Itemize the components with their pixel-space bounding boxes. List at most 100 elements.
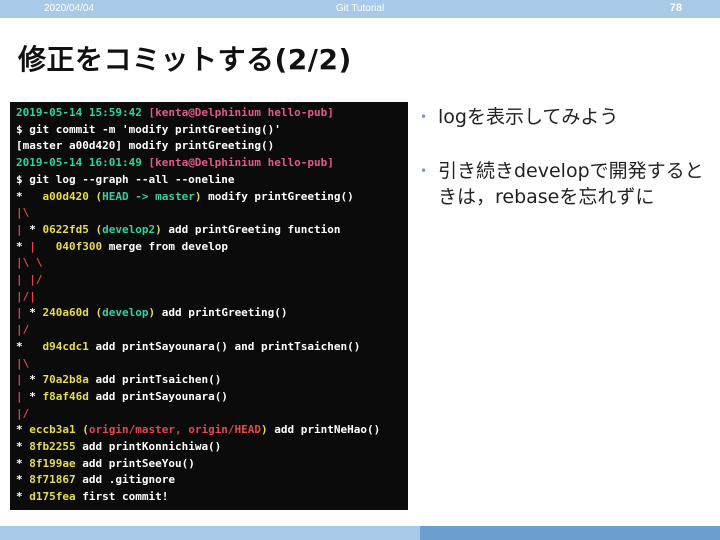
terminal-text: * — [29, 222, 43, 236]
terminal-text: * — [16, 189, 43, 203]
terminal-text: | — [16, 222, 30, 236]
terminal-line: | |/ — [16, 272, 408, 289]
terminal-screenshot: 2019-05-14 15:59:42 [kenta@Delphinium he… — [10, 102, 408, 510]
terminal-line: 2019-05-14 16:01:49 [kenta@Delphinium he… — [16, 155, 408, 172]
slide-page-number: 78 — [669, 2, 682, 14]
terminal-text: $ git commit -m 'modify printGreeting()' — [16, 122, 281, 136]
terminal-line: * 8f71867 add .gitignore — [16, 472, 408, 489]
terminal-line: |\ — [16, 205, 408, 222]
terminal-line: * d94cdc1 add printSayounara() and print… — [16, 339, 408, 356]
terminal-text: 8f199ae — [29, 456, 76, 470]
terminal-text: origin/master, origin/HEAD — [88, 423, 262, 437]
terminal-text: ( — [75, 423, 89, 437]
terminal-text: d94cdc1 — [42, 339, 89, 353]
terminal-text: add printTsaichen() — [88, 373, 222, 387]
terminal-line: |\ — [16, 356, 408, 373]
terminal-line: |/ — [16, 322, 408, 339]
terminal-line: * d175fea first commit! — [16, 489, 408, 506]
bullet-dot-icon: • — [420, 164, 428, 178]
terminal-text: 70a2b8a — [42, 373, 89, 387]
terminal-text: |/ — [16, 323, 30, 337]
slide-header-bar: 2020/04/04 Git Tutorial 78 — [0, 0, 720, 18]
terminal-text: 8f71867 — [29, 473, 76, 487]
terminal-text: * — [16, 440, 30, 454]
terminal-line: * 8fb2255 add printKonnichiwa() — [16, 439, 408, 456]
slide-footer-bar — [0, 526, 720, 540]
terminal-text: HEAD -> master — [102, 189, 195, 203]
terminal-text: * — [29, 373, 43, 387]
terminal-line: | * 240a60d (develop) add printGreeting(… — [16, 305, 408, 322]
bullet-text: 引き続きdevelopで開発するときは，rebaseを忘れずに — [438, 160, 704, 208]
terminal-output: 2019-05-14 15:59:42 [kenta@Delphinium he… — [10, 102, 408, 506]
terminal-text: |\ \ — [16, 256, 43, 270]
terminal-text: * — [16, 339, 43, 353]
terminal-text: |/ — [16, 406, 30, 420]
terminal-text: |\ — [16, 206, 30, 220]
terminal-text: |/| — [16, 289, 36, 303]
terminal-text: | |/ — [16, 273, 43, 287]
terminal-text: [kenta@Delphinium hello-pub] — [148, 106, 334, 119]
terminal-text: 8fb2255 — [29, 440, 76, 454]
terminal-text: f8af46d — [42, 389, 89, 403]
terminal-text: add printKonnichiwa() — [75, 440, 222, 454]
terminal-text: add printSayounara() — [88, 389, 228, 403]
terminal-text: ) — [261, 423, 268, 437]
terminal-line: 2019-05-14 15:59:42 [kenta@Delphinium he… — [16, 105, 408, 122]
terminal-line: * | 040f300 merge from develop — [16, 239, 408, 256]
terminal-text: merge from develop — [102, 239, 228, 253]
terminal-text: $ git log --graph --all --oneline — [16, 172, 235, 186]
bullet-item: • logを表示してみよう — [418, 104, 710, 130]
footer-accent — [420, 526, 720, 540]
terminal-text: a00d420 — [42, 189, 89, 203]
terminal-text: add printNeHao() — [267, 423, 381, 437]
bullet-item: • 引き続きdevelopで開発するときは，rebaseを忘れずに — [418, 158, 710, 210]
terminal-text: add .gitignore — [75, 473, 175, 487]
terminal-text: | — [16, 373, 30, 387]
terminal-text: modify printGreeting() — [201, 189, 354, 203]
terminal-text: 0622fd5 — [42, 222, 89, 236]
slide-header-title: Git Tutorial — [335, 3, 385, 14]
terminal-line: * 8f199ae add printSeeYou() — [16, 456, 408, 473]
terminal-text: | — [16, 389, 30, 403]
terminal-text: [kenta@Delphinium hello-pub] — [148, 156, 334, 170]
terminal-line: * a00d420 (HEAD -> master) modify printG… — [16, 189, 408, 206]
terminal-line: | * f8af46d add printSayounara() — [16, 389, 408, 406]
terminal-text: [master a00d420] modify printGreeting() — [16, 139, 275, 153]
bullet-list: • logを表示してみよう • 引き続きdevelopで開発するときは，reba… — [418, 104, 710, 238]
terminal-line: $ git commit -m 'modify printGreeting()' — [16, 122, 408, 139]
terminal-text: * — [16, 490, 30, 504]
terminal-text: eccb3a1 — [29, 423, 76, 437]
terminal-text: develop2 — [102, 222, 156, 236]
terminal-text: | — [16, 306, 30, 320]
terminal-text: | — [29, 239, 56, 253]
terminal-text: * — [16, 473, 30, 487]
terminal-line: $ git log --graph --all --oneline — [16, 172, 408, 189]
terminal-text: add printSayounara() and printTsaichen() — [88, 339, 361, 353]
slide-title: 修正をコミットする(2/2) — [18, 43, 352, 76]
terminal-text: * — [29, 306, 43, 320]
terminal-text: ( — [88, 189, 103, 203]
terminal-text: add printGreeting function — [161, 222, 341, 236]
terminal-text: ( — [88, 306, 103, 320]
terminal-text: 2019-05-14 16:01:49 — [16, 156, 149, 170]
bullet-text: logを表示してみよう — [438, 106, 619, 128]
terminal-text: |\ — [16, 356, 30, 370]
terminal-text: * — [16, 239, 30, 253]
bullet-dot-icon: • — [420, 110, 428, 124]
terminal-line: |/ — [16, 406, 408, 423]
terminal-line: | * 70a2b8a add printTsaichen() — [16, 372, 408, 389]
terminal-line: |/| — [16, 289, 408, 306]
terminal-text: 2019-05-14 15:59:42 — [16, 106, 149, 119]
terminal-text: add printGreeting() — [155, 306, 288, 320]
terminal-text: 240a60d — [42, 306, 89, 320]
terminal-text: * — [16, 456, 30, 470]
terminal-text: first commit! — [75, 490, 169, 504]
terminal-line: [master a00d420] modify printGreeting() — [16, 138, 408, 155]
terminal-text: ( — [88, 222, 103, 236]
terminal-text: add printSeeYou() — [75, 456, 195, 470]
terminal-line: * eccb3a1 (origin/master, origin/HEAD) a… — [16, 422, 408, 439]
terminal-text: ) — [155, 222, 162, 236]
terminal-text: * — [29, 389, 43, 403]
terminal-line: |\ \ — [16, 255, 408, 272]
terminal-text: d175fea — [29, 490, 76, 504]
